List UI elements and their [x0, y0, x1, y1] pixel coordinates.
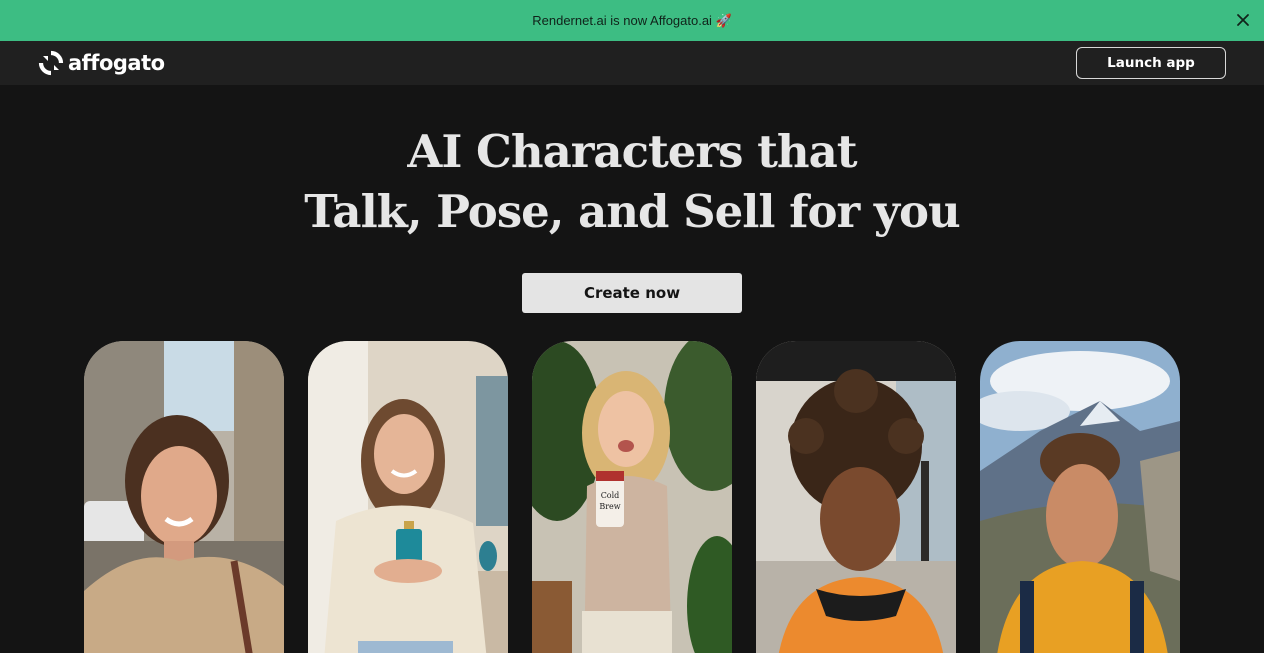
hero-title: AI Characters that Talk, Pose, and Sell … [0, 122, 1264, 242]
character-card-man-curly-hair[interactable] [756, 341, 956, 653]
logo[interactable]: affogato [38, 50, 165, 76]
hero-title-line-2: Talk, Pose, and Sell for you [304, 185, 961, 238]
top-nav: affogato Launch app [0, 41, 1264, 85]
can-label-line-1: Cold [601, 491, 620, 500]
character-image [980, 341, 1180, 653]
launch-app-button[interactable]: Launch app [1076, 47, 1226, 79]
character-card-man-mountain[interactable] [980, 341, 1180, 653]
character-card-woman-selfie[interactable] [84, 341, 284, 653]
hero-title-line-1: AI Characters that [407, 125, 857, 178]
character-image [308, 341, 508, 653]
character-card-woman-perfume[interactable] [308, 341, 508, 653]
announcement-text: Rendernet.ai is now Affogato.ai 🚀 [532, 12, 732, 28]
logo-text: affogato [68, 51, 165, 75]
close-icon[interactable] [1234, 11, 1252, 29]
character-image [756, 341, 956, 653]
create-now-button[interactable]: Create now [522, 273, 742, 313]
can-label-line-2: Brew [599, 502, 620, 511]
affogato-logo-icon [38, 50, 64, 76]
character-image [84, 341, 284, 653]
character-image: Cold Brew [532, 341, 732, 653]
character-card-woman-cold-brew[interactable]: Cold Brew [532, 341, 732, 653]
announcement-banner: Rendernet.ai is now Affogato.ai 🚀 [0, 0, 1264, 41]
